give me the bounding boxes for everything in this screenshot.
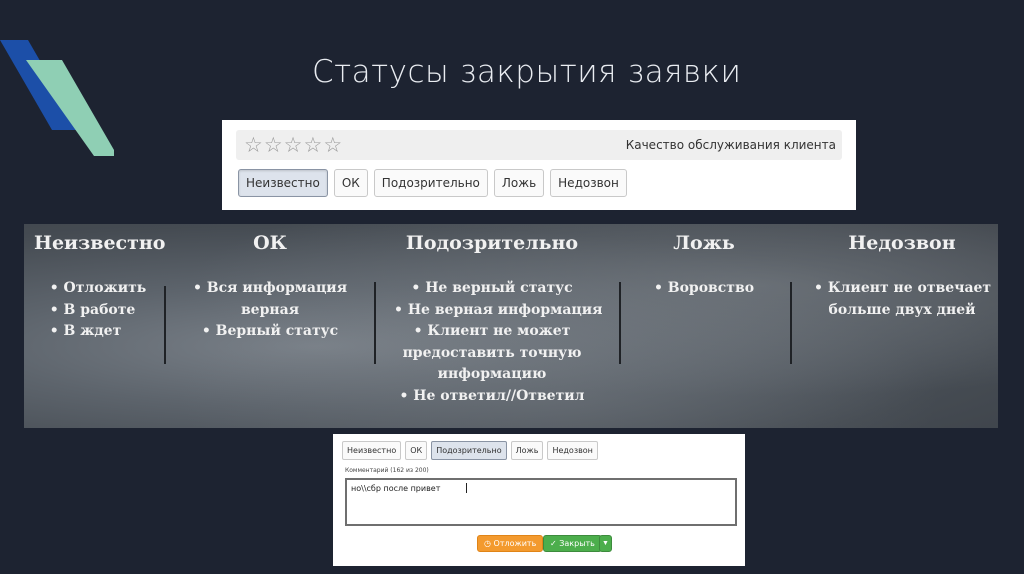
tab-unknown[interactable]: Неизвестно [238,169,328,197]
status-item: больше двух дней [828,301,976,318]
status-item: • Клиент не отвечает [814,280,992,296]
close-dropdown-button[interactable]: ▼ [599,535,612,552]
status-item: верная [240,301,300,318]
comment-panel: Неизвестно ОК Подозрительно Ложь Недозво… [333,434,745,566]
tab-false[interactable]: Ложь [493,169,545,197]
clock-icon: ◷ [484,539,491,548]
status-title: Неизвестно [34,232,166,254]
status-item: • В работе [49,301,136,318]
postpone-button[interactable]: ◷ Отложить [477,535,544,552]
status-item: • Отложить [49,280,147,296]
status-column-unknown: Неизвестно • Отложить • В работе • В жде… [34,232,166,343]
tab-no-answer[interactable]: Недозвон [550,169,627,197]
tab-ok[interactable]: ОК [333,169,368,197]
star-icon[interactable]: ☆ [244,133,263,157]
star-icon[interactable]: ☆ [284,133,303,157]
tab-unknown[interactable]: Неизвестно [342,441,402,460]
status-title: Недозвон [848,232,956,254]
tab-ok[interactable]: ОК [405,441,428,460]
check-circle-icon: ✓ [550,539,557,548]
status-item: • Верный статус [201,323,339,339]
status-column-suspicious: Подозрительно • Не верный статус • Не ве… [394,232,603,407]
column-divider [164,286,166,364]
column-divider [619,282,621,364]
tab-suspicious[interactable]: Подозрительно [431,441,507,460]
status-title: Подозрительно [405,232,579,254]
status-item: • Воровство [653,280,755,296]
corner-decoration [0,40,114,156]
comment-label: Комментарий (162 из 200) [345,467,429,474]
tab-suspicious[interactable]: Подозрительно [373,169,488,197]
close-button-label: Закрыть [559,539,595,548]
status-column-false: Ложь • Воровство [640,232,768,300]
status-title: ОК [253,232,287,254]
status-item: информацию [437,366,547,382]
star-icon[interactable]: ☆ [264,133,283,157]
status-item: предоставить точную [402,344,582,361]
status-item: • Не верный статус [411,280,573,296]
status-item: • Вся информация [192,280,348,296]
status-item: • Не верная информация [394,301,603,318]
star-icon[interactable]: ☆ [303,133,322,157]
caret-down-icon: ▼ [602,540,609,547]
status-descriptions: Неизвестно • Отложить • В работе • В жде… [24,224,998,428]
close-button[interactable]: ✓ Закрыть [543,535,602,552]
status-item: • Клиент не может [413,323,571,339]
tab-no-answer[interactable]: Недозвон [547,441,598,460]
status-item: • Не ответил//Ответил [399,387,585,404]
status-item: • В ждет [49,323,122,339]
column-divider [374,282,376,364]
comment-text: но\\сбр после привет [351,484,441,493]
comment-textarea[interactable]: но\\сбр после привет [345,478,737,526]
tab-false[interactable]: Ложь [510,441,544,460]
status-column-ok: ОК • Вся информация верная • Верный стат… [184,232,356,343]
slide-title: Статусы закрытия заявки [312,54,742,90]
text-cursor [466,483,467,493]
rating-label: Качество обслуживания клиента [625,138,836,152]
status-column-no-answer: Недозвон • Клиент не отвечает больше дву… [814,232,992,321]
status-tabs: Неизвестно ОК Подозрительно Ложь Недозво… [238,169,627,197]
star-icon[interactable]: ☆ [323,133,342,157]
status-title: Ложь [673,232,735,254]
postpone-button-label: Отложить [493,539,537,548]
rating-status-panel: ☆ ☆ ☆ ☆ ☆ Качество обслуживания клиента … [222,120,856,210]
status-tabs-small: Неизвестно ОК Подозрительно Ложь Недозво… [342,441,598,460]
column-divider [790,282,792,364]
star-rating[interactable]: ☆ ☆ ☆ ☆ ☆ [244,133,342,157]
rating-bar: ☆ ☆ ☆ ☆ ☆ Качество обслуживания клиента [236,130,842,160]
